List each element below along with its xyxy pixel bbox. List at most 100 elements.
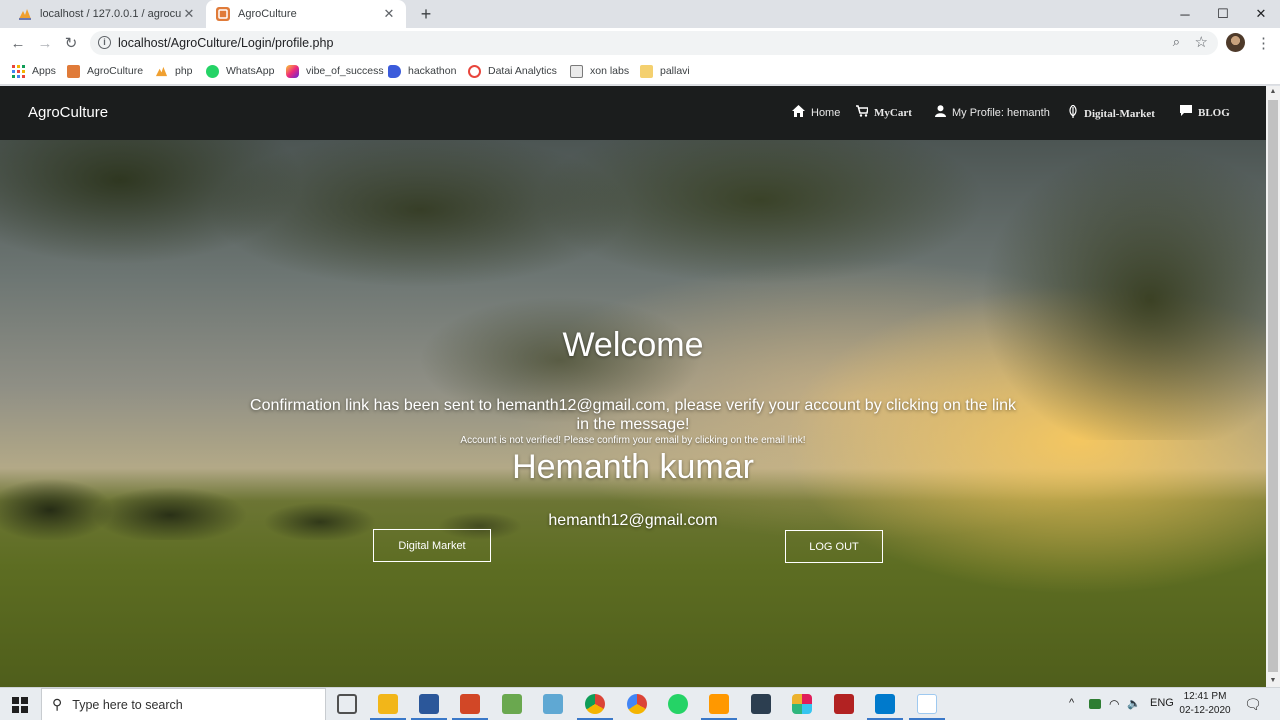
windows-start-icon[interactable] <box>12 697 28 713</box>
cart-icon <box>856 105 869 121</box>
nav-label: Digital-Market <box>1084 107 1155 120</box>
bookmark-label: pallavi <box>660 65 690 77</box>
nav-label: My Profile: hemanth <box>952 106 1050 119</box>
whatsapp-icon[interactable] <box>668 694 688 714</box>
agroculture-icon <box>67 64 80 78</box>
browser-tab-strip: localhost / 127.0.0.1 / agroculture ✕ Ag… <box>0 0 1280 28</box>
nav-label: MyCart <box>874 107 912 119</box>
scroll-down-arrow[interactable]: ▼ <box>1266 675 1280 687</box>
camera-app-icon[interactable] <box>834 694 854 714</box>
apps-grid-icon <box>12 64 25 78</box>
url-text[interactable]: localhost/AgroCulture/Login/profile.php <box>118 36 333 50</box>
hero-banner: Welcome Confirmation link has been sent … <box>0 140 1266 687</box>
bookmark-label: xon labs <box>590 65 630 77</box>
tab-phpmyadmin[interactable]: localhost / 127.0.0.1 / agroculture ✕ <box>8 0 206 28</box>
task-view-icon[interactable] <box>337 694 357 714</box>
taskbar-search-box[interactable]: ⚲ Type here to search <box>41 688 326 720</box>
bookmarks-bar: Apps AgroCulture php WhatsApp vibe_of_su… <box>0 58 1280 85</box>
notification-center-icon[interactable]: 🗨 <box>1244 696 1262 713</box>
close-window-button[interactable]: ✕ <box>1242 0 1280 28</box>
hackathon-icon <box>388 64 401 78</box>
bookmark-label: Apps <box>32 65 56 77</box>
confirmation-message: Confirmation link has been sent to heman… <box>250 397 1016 433</box>
bookmark-label: hackathon <box>408 65 457 77</box>
nav-my-profile[interactable]: My Profile: hemanth <box>935 105 1050 120</box>
page-scrollbar[interactable]: ▲ ▼ <box>1266 86 1280 687</box>
language-indicator[interactable]: ENG <box>1150 697 1174 709</box>
bookmark-vibe-of-success[interactable]: vibe_of_success <box>286 63 384 79</box>
tab-title: AgroCulture <box>238 8 297 20</box>
user-email: hemanth12@gmail.com <box>548 512 718 529</box>
digital-market-button[interactable]: Digital Market <box>373 529 491 562</box>
reload-button[interactable]: ↻ <box>60 33 82 53</box>
bookmark-datai-analytics[interactable]: Datai Analytics <box>468 63 557 79</box>
bookmark-agroculture[interactable]: AgroCulture <box>67 63 143 79</box>
bookmark-pallavi[interactable]: pallavi <box>640 63 690 79</box>
browser-toolbar: ← → ↻ i localhost/AgroCulture/Login/prof… <box>0 28 1280 58</box>
minimize-button[interactable]: ─ <box>1166 0 1204 28</box>
powerpoint-icon[interactable] <box>460 694 480 714</box>
logout-button[interactable]: LOG OUT <box>785 530 883 563</box>
new-tab-button[interactable]: + <box>416 4 436 25</box>
tray-overflow-chevron[interactable]: ^ <box>1069 697 1074 709</box>
search-placeholder: Type here to search <box>72 697 183 712</box>
back-button[interactable]: ← <box>7 33 29 53</box>
maximize-button[interactable]: ☐ <box>1204 0 1242 28</box>
speaker-icon[interactable]: 🔈 <box>1127 697 1141 710</box>
bookmark-star-icon[interactable]: ☆ <box>1195 33 1208 51</box>
nav-label: BLOG <box>1198 106 1230 119</box>
site-brand[interactable]: AgroCulture <box>28 104 108 121</box>
clock-date: 02-12-2020 <box>1179 705 1231 716</box>
bookmark-hackathon[interactable]: hackathon <box>388 63 456 79</box>
bookmark-apps[interactable]: Apps <box>12 63 56 79</box>
vscode-icon[interactable] <box>875 694 895 714</box>
nav-blog[interactable]: BLOG <box>1180 105 1230 120</box>
tab-close-icon[interactable]: ✕ <box>382 6 396 22</box>
browser-menu-icon[interactable]: ⋮ <box>1256 34 1271 52</box>
agroculture-icon <box>216 7 230 21</box>
scroll-up-arrow[interactable]: ▲ <box>1266 86 1280 98</box>
file-explorer-icon[interactable] <box>378 694 398 714</box>
tab-agroculture[interactable]: AgroCulture ✕ <box>206 0 406 28</box>
taskbar-clock[interactable]: 12:41 PM 02-12-2020 <box>1176 690 1234 718</box>
nav-home[interactable]: Home <box>792 105 840 120</box>
photos-app-icon[interactable] <box>502 694 522 714</box>
wifi-icon[interactable]: ◠ <box>1109 697 1119 711</box>
notepad-icon[interactable] <box>917 694 937 714</box>
leaf-icon <box>1068 104 1078 122</box>
chrome-icon[interactable] <box>585 694 605 714</box>
site-navbar: AgroCulture Home MyCart My Profile: hema… <box>0 86 1266 140</box>
not-verified-notice: Account is not verified! Please confirm … <box>460 435 806 446</box>
page-viewport: AgroCulture Home MyCart My Profile: hema… <box>0 86 1266 687</box>
nav-digital-market[interactable]: Digital-Market <box>1068 104 1155 122</box>
site-info-icon[interactable]: i <box>98 36 111 49</box>
slack-icon[interactable] <box>792 694 812 714</box>
analytics-icon <box>468 64 481 78</box>
profile-avatar[interactable] <box>1226 33 1245 52</box>
bookmark-label: AgroCulture <box>87 65 144 77</box>
instagram-icon <box>286 64 299 78</box>
bookmark-whatsapp[interactable]: WhatsApp <box>206 63 274 79</box>
sublime-text-icon[interactable] <box>709 694 729 714</box>
nav-mycart[interactable]: MyCart <box>856 105 912 121</box>
bookmark-php[interactable]: php <box>155 63 193 79</box>
forward-button[interactable]: → <box>34 33 56 53</box>
phpmyadmin-icon <box>18 7 32 21</box>
background-tree-canopy <box>0 140 1266 440</box>
battery-icon[interactable] <box>1089 699 1101 709</box>
zoom-icon[interactable]: ⌕ <box>1173 34 1180 50</box>
address-bar[interactable]: i localhost/AgroCulture/Login/profile.ph… <box>90 31 1218 55</box>
scrollbar-thumb[interactable] <box>1268 100 1278 672</box>
bookmark-label: vibe_of_success <box>306 65 384 77</box>
devcpp-icon[interactable] <box>751 694 771 714</box>
chrome-profile-icon[interactable] <box>627 694 647 714</box>
tab-close-icon[interactable]: ✕ <box>182 6 196 22</box>
bookmark-label: WhatsApp <box>226 65 275 77</box>
tab-title: localhost / 127.0.0.1 / agroculture <box>40 8 182 20</box>
paint3d-icon[interactable] <box>543 694 563 714</box>
welcome-heading: Welcome <box>562 326 704 364</box>
phpmyadmin-icon <box>155 65 168 78</box>
clock-time: 12:41 PM <box>1183 691 1227 702</box>
bookmark-xon-labs[interactable]: xon labs <box>570 63 629 79</box>
word-icon[interactable] <box>419 694 439 714</box>
